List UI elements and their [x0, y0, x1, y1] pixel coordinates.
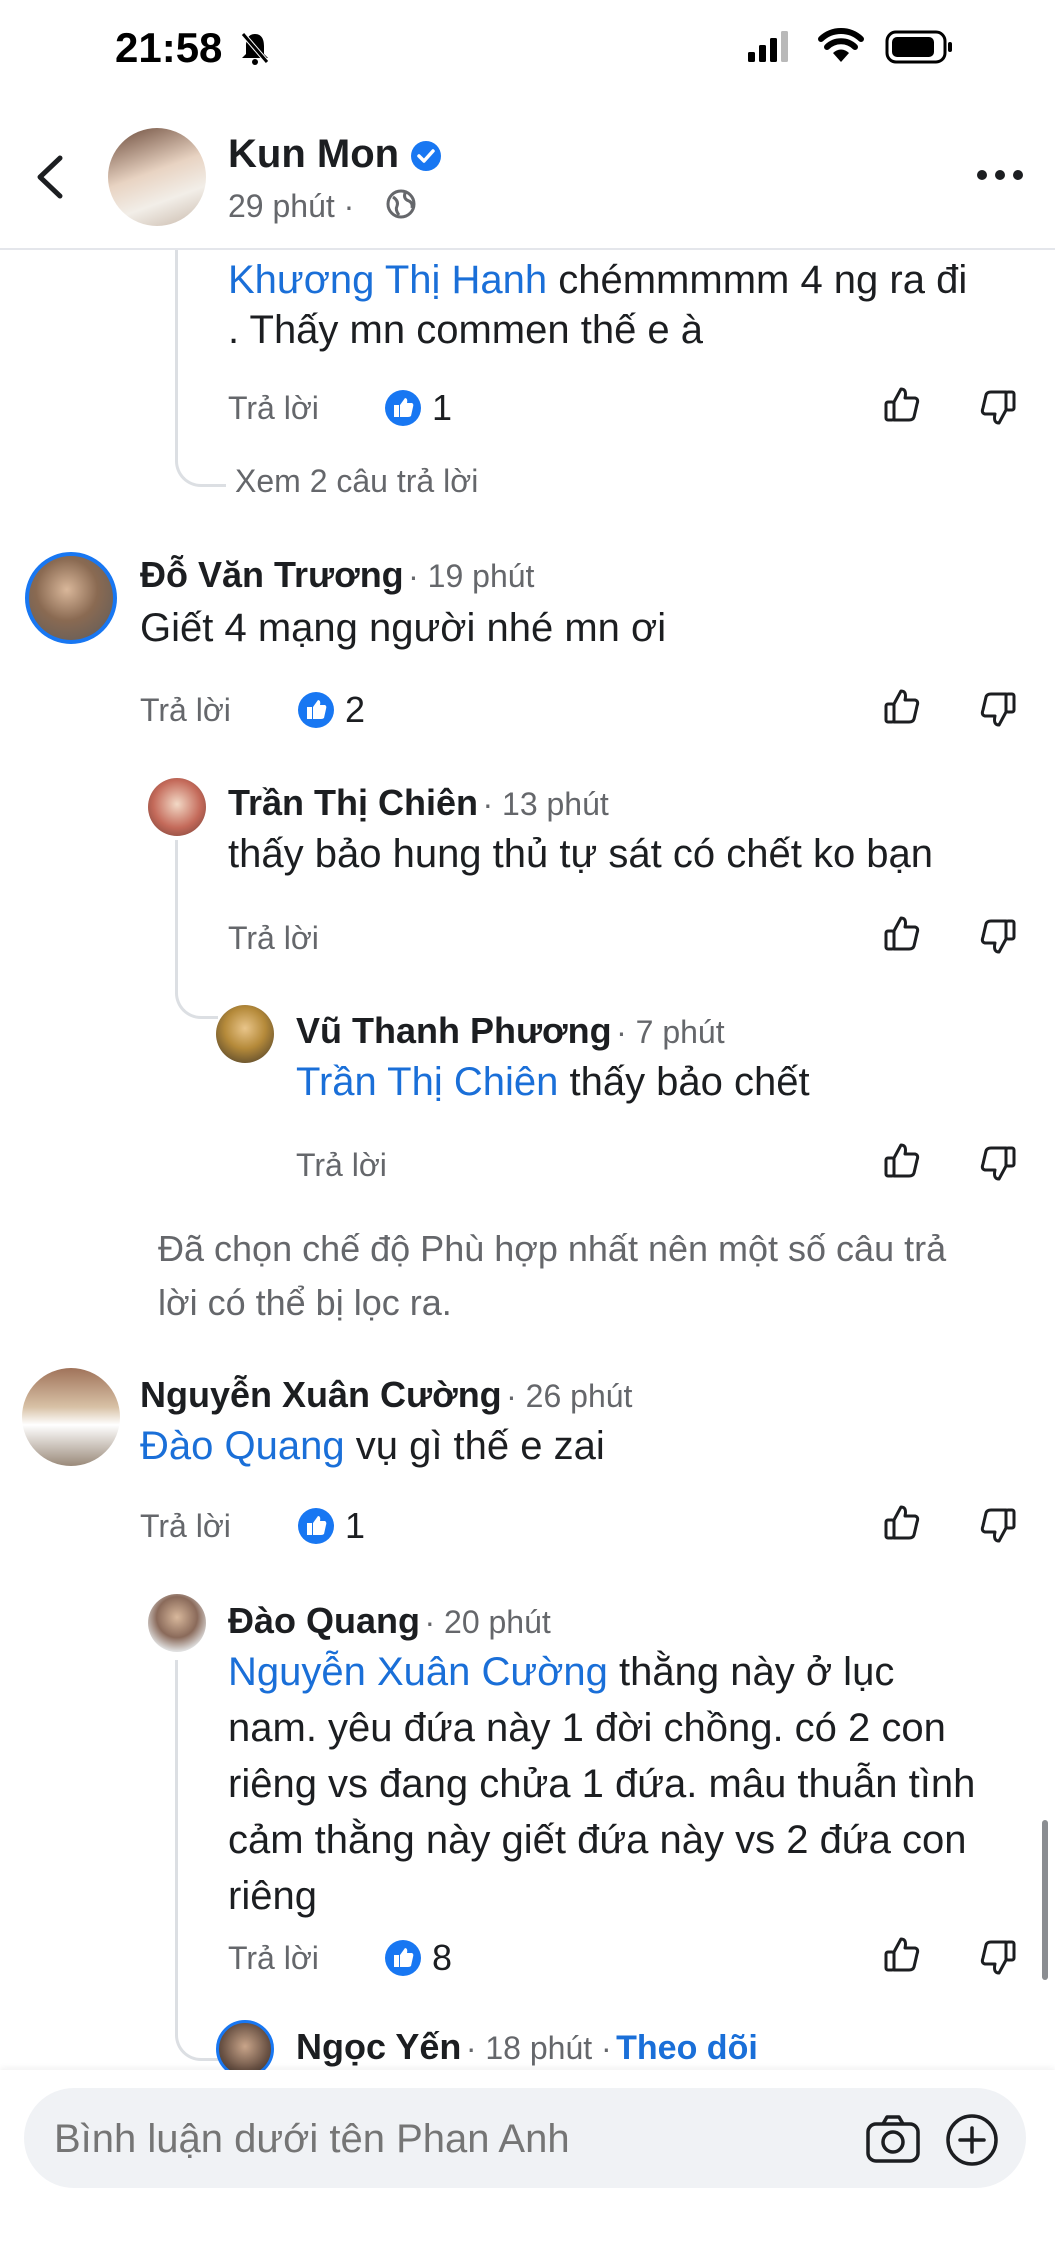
reply-button[interactable]: Trả lời	[140, 1508, 231, 1545]
comment-text: Khương Thị Hanh chémmmmm 4 ng ra đi	[228, 258, 968, 302]
mention-link[interactable]: Trần Thị Chiên	[296, 1060, 558, 1104]
reply-button[interactable]: Trả lời	[228, 920, 319, 957]
comment-text: Nguyễn Xuân Cường thằng này ở lục nam. y…	[228, 1650, 976, 1918]
downvote-icon[interactable]	[976, 1935, 1020, 1979]
commenter-name[interactable]: Nguyễn Xuân Cường	[140, 1374, 502, 1415]
commenter-name[interactable]: Vũ Thanh Phương	[296, 1010, 612, 1051]
signal-icon	[748, 31, 788, 62]
commenter-avatar[interactable]	[216, 1005, 274, 1063]
camera-icon[interactable]	[865, 2114, 921, 2164]
reply-thread-line	[175, 840, 218, 1019]
author-name[interactable]: Kun Mon	[228, 132, 399, 177]
comment-header: Đào Quang · 20 phút	[228, 1600, 551, 1642]
comment-time: · 26 phút	[506, 1378, 633, 1414]
back-icon[interactable]	[30, 152, 70, 202]
comment-header: Trần Thị Chiên · 13 phút	[228, 782, 609, 824]
mention-link[interactable]: Khương Thị Hanh	[228, 258, 547, 302]
like-count: 1	[432, 387, 453, 428]
reply-button[interactable]: Trả lời	[228, 390, 319, 427]
verified-badge-icon	[411, 141, 441, 171]
upvote-icon[interactable]	[880, 1933, 924, 1977]
commenter-name[interactable]: Đào Quang	[228, 1600, 420, 1641]
view-replies-link[interactable]: Xem 2 câu trả lời	[235, 463, 478, 500]
header-divider	[0, 248, 1055, 250]
downvote-icon[interactable]	[976, 385, 1020, 429]
commenter-avatar[interactable]	[25, 552, 117, 644]
add-icon[interactable]	[944, 2112, 1000, 2168]
globe-icon	[386, 189, 416, 219]
like-badge-icon	[385, 1940, 421, 1976]
downvote-icon[interactable]	[976, 687, 1020, 731]
comment-time: · 18 phút ·	[465, 2030, 612, 2066]
commenter-avatar[interactable]	[22, 1368, 120, 1466]
mention-link[interactable]: Nguyễn Xuân Cường	[228, 1650, 608, 1694]
comment-time: · 20 phút	[424, 1604, 551, 1640]
scrollbar[interactable]	[1042, 1820, 1048, 1980]
upvote-icon[interactable]	[880, 1139, 924, 1183]
reply-button[interactable]: Trả lời	[140, 692, 231, 729]
filter-notice: Đã chọn chế độ Phù hợp nhất nên một số c…	[158, 1228, 947, 1323]
comment-text: Trần Thị Chiên thấy bảo chết	[296, 1060, 810, 1104]
upvote-icon[interactable]	[880, 1501, 924, 1545]
downvote-icon[interactable]	[976, 1503, 1020, 1547]
follow-button[interactable]: Theo dõi	[616, 2029, 758, 2067]
comment-time: · 7 phút	[616, 1014, 725, 1050]
reply-button[interactable]: Trả lời	[296, 1147, 387, 1184]
commenter-name[interactable]: Ngọc Yến	[296, 2026, 461, 2067]
like-badge-icon	[298, 692, 334, 728]
commenter-avatar[interactable]	[148, 778, 206, 836]
reply-thread-line	[175, 250, 226, 487]
author-avatar[interactable]	[108, 128, 206, 226]
downvote-icon[interactable]	[976, 914, 1020, 958]
like-count: 8	[432, 1937, 453, 1978]
like-count: 1	[345, 1505, 366, 1546]
comment-time: · 13 phút	[482, 786, 609, 822]
comment-input[interactable]	[52, 2098, 836, 2180]
commenter-name[interactable]: Đỗ Văn Trương	[140, 554, 404, 595]
mention-link[interactable]: Đào Quang	[140, 1424, 345, 1468]
comment-time: · 19 phút	[408, 558, 535, 594]
wifi-icon	[818, 28, 864, 62]
post-time: 29 phút ·	[228, 188, 355, 224]
reply-thread-line	[175, 1660, 218, 2061]
like-badge-icon	[298, 1508, 334, 1544]
upvote-icon[interactable]	[880, 912, 924, 956]
comment-header: Đỗ Văn Trương · 19 phút	[140, 554, 534, 596]
comment-header: Nguyễn Xuân Cường · 26 phút	[140, 1374, 632, 1416]
comment-text-line: . Thấy mn commen thế e à	[228, 308, 704, 352]
comment-text: thấy bảo hung thủ tự sát có chết ko bạn	[228, 832, 934, 876]
like-count: 2	[345, 689, 366, 730]
like-badge-icon	[385, 390, 421, 426]
mute-bell-icon	[241, 32, 269, 65]
more-options-icon[interactable]	[975, 165, 1025, 185]
comment-header: Vũ Thanh Phương · 7 phút	[296, 1010, 725, 1052]
battery-icon	[885, 30, 952, 64]
commenter-avatar[interactable]	[148, 1594, 206, 1652]
comment-text: Giết 4 mạng người nhé mn ơi	[140, 606, 667, 650]
reply-button[interactable]: Trả lời	[228, 1940, 319, 1977]
upvote-icon[interactable]	[880, 383, 924, 427]
upvote-icon[interactable]	[880, 685, 924, 729]
comment-text: Đào Quang vụ gì thế e zai	[140, 1424, 605, 1468]
comment-header: Ngọc Yến · 18 phút · Theo dõi	[296, 2026, 758, 2068]
status-time: 21:58	[115, 24, 223, 71]
commenter-name[interactable]: Trần Thị Chiên	[228, 782, 478, 823]
downvote-icon[interactable]	[976, 1141, 1020, 1185]
